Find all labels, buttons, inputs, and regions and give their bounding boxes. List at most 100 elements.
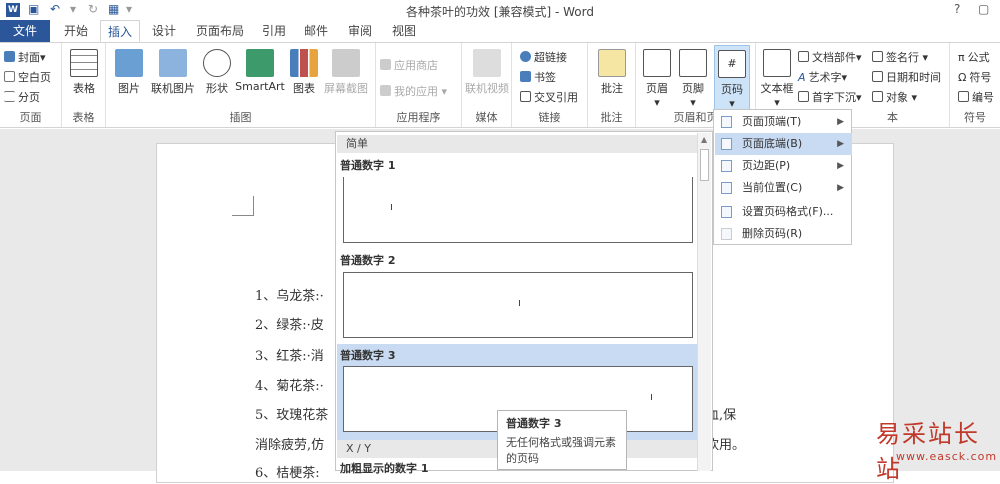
doc-line-7[interactable]: 6、桔梗茶:	[255, 462, 320, 481]
menu-item-bottom-of-page[interactable]: 页面底端(B) ▶	[715, 133, 852, 155]
cover-page-button[interactable]: 封面▾	[4, 49, 46, 65]
textbox-button[interactable]: 文本框 ▾	[758, 49, 796, 109]
symbol-button[interactable]: Ω 符号	[958, 69, 991, 85]
calendar-icon	[872, 71, 883, 82]
page-number-button[interactable]: # 页码 ▾	[714, 45, 750, 113]
group-label-links: 链接	[538, 111, 561, 124]
blank-page-button[interactable]: 空白页	[4, 69, 51, 85]
menu-item-current-position[interactable]: 当前位置(C) ▶	[715, 177, 852, 199]
help-button[interactable]: ?	[954, 2, 960, 16]
page-number-menu: 页面顶端(T) ▶ 页面底端(B) ▶ 页边距(P) ▶ 当前位置(C) ▶ 设置页码格…	[713, 109, 852, 245]
gallery-scrollbar[interactable]: ▲	[697, 133, 711, 471]
table-button[interactable]: 表格	[68, 49, 100, 96]
group-links: 超链接 书签 交叉引用 链接	[512, 43, 588, 127]
app-store-button[interactable]: 应用商店	[380, 57, 438, 73]
header-button[interactable]: 页眉 ▾	[640, 49, 674, 109]
dropcap-button[interactable]: 首字下沉▾	[798, 89, 862, 105]
tab-review[interactable]: 审阅	[342, 20, 378, 42]
scroll-up-icon[interactable]: ▲	[701, 135, 707, 144]
hyperlink-button[interactable]: 超链接	[520, 49, 567, 65]
doc-line-3[interactable]: 3、红茶:·消	[255, 345, 324, 364]
page-margins-icon	[721, 160, 732, 172]
bookmark-button[interactable]: 书签	[520, 69, 556, 85]
header-icon	[643, 49, 671, 77]
tooltip-title: 普通数字 3	[506, 417, 562, 430]
ribbon-tabs: 文件 开始 插入 设计 页面布局 引用 邮件 审阅 视图	[0, 20, 1000, 42]
doc-line-2[interactable]: 2、绿茶:·皮	[255, 314, 324, 333]
group-label-tables: 表格	[72, 111, 95, 124]
object-icon	[872, 91, 883, 102]
doc-line-5[interactable]: 5、玫瑰花茶	[255, 404, 328, 423]
screenshot-button[interactable]: 屏幕截图	[320, 49, 372, 96]
page-break-button[interactable]: 分页	[4, 89, 40, 105]
scroll-thumb[interactable]	[700, 149, 709, 181]
online-picture-button[interactable]: 联机图片	[146, 49, 200, 96]
signature-button[interactable]: 签名行 ▾	[872, 49, 928, 65]
tab-view[interactable]: 视图	[386, 20, 422, 42]
page-number-marker	[651, 394, 652, 400]
doc-line-4[interactable]: 4、菊花茶:·	[255, 375, 324, 394]
submenu-arrow-icon: ▶	[837, 183, 844, 193]
tab-references[interactable]: 引用	[256, 20, 292, 42]
group-pages: 封面▾ 空白页 分页 页面	[0, 43, 62, 127]
tab-insert[interactable]: 插入	[100, 20, 140, 42]
page-number-marker	[391, 204, 392, 210]
chart-button[interactable]: 图表	[288, 49, 320, 96]
numbering-icon	[958, 91, 969, 102]
tooltip-description: 无任何格式或强调元素的页码	[506, 436, 616, 465]
chart-icon	[290, 49, 318, 77]
tab-mailings[interactable]: 邮件	[298, 20, 334, 42]
gallery-item-label-3: 普通数字 3	[340, 349, 396, 362]
equation-button[interactable]: π 公式	[958, 49, 990, 65]
online-video-button[interactable]: 联机视频	[462, 49, 512, 96]
footer-button[interactable]: 页脚 ▾	[676, 49, 710, 109]
object-button[interactable]: 对象 ▾	[872, 89, 917, 105]
crossref-icon	[520, 91, 531, 102]
current-position-icon	[721, 182, 732, 194]
group-symbols: π 公式 Ω 符号 编号 符号	[950, 43, 1000, 127]
gallery-item-plain-number-2[interactable]	[343, 272, 693, 338]
dropcap-icon	[798, 91, 809, 102]
group-tables: 表格 表格	[62, 43, 106, 127]
gallery-item-label-1: 普通数字 1	[340, 159, 396, 172]
crossref-button[interactable]: 交叉引用	[520, 89, 578, 105]
quick-parts-button[interactable]: 文档部件▾	[798, 49, 862, 65]
bottom-of-page-icon	[721, 138, 732, 150]
menu-item-top-of-page[interactable]: 页面顶端(T) ▶	[715, 111, 852, 133]
datetime-button[interactable]: 日期和时间	[872, 69, 941, 85]
shapes-button[interactable]: 形状	[200, 49, 234, 96]
gallery-item-label-4: 加粗显示的数字 1	[340, 462, 429, 475]
site-watermark: 易采站长站	[876, 420, 980, 483]
page-break-icon	[4, 91, 15, 102]
tab-home[interactable]: 开始	[56, 20, 96, 42]
remove-page-numbers-icon	[721, 228, 732, 240]
gallery-item-label-2: 普通数字 2	[340, 254, 396, 267]
menu-item-remove-page-numbers[interactable]: 删除页码(R)	[715, 223, 852, 245]
menu-item-page-margins[interactable]: 页边距(P) ▶	[715, 155, 852, 177]
tab-design[interactable]: 设计	[146, 20, 182, 42]
table-icon	[70, 49, 98, 77]
picture-button[interactable]: 图片	[112, 49, 146, 96]
my-apps-icon	[380, 85, 391, 96]
pi-icon: π	[958, 51, 965, 64]
numbering-button[interactable]: 编号	[958, 89, 994, 105]
comment-button[interactable]: 批注	[594, 49, 630, 96]
restore-button[interactable]: ▢	[978, 2, 989, 16]
smartart-button[interactable]: SmartArt	[232, 49, 288, 93]
tab-file[interactable]: 文件	[0, 20, 50, 42]
wordart-button[interactable]: A 艺术字▾	[798, 69, 847, 85]
doc-line-1[interactable]: 1、乌龙茶:·	[255, 285, 324, 304]
submenu-arrow-icon: ▶	[837, 161, 844, 171]
textbox-icon	[763, 49, 791, 77]
my-apps-button[interactable]: 我的应用 ▾	[380, 83, 447, 99]
format-page-numbers-icon	[721, 206, 732, 218]
gallery-tooltip: 普通数字 3 无任何格式或强调元素的页码	[497, 410, 627, 470]
blank-page-icon	[4, 71, 15, 82]
doc-line-6[interactable]: 消除疲劳,仿	[255, 434, 324, 453]
tab-page-layout[interactable]: 页面布局	[190, 20, 250, 42]
omega-icon: Ω	[958, 71, 967, 84]
gallery-item-plain-number-1[interactable]	[343, 177, 693, 243]
group-comments: 批注 批注	[588, 43, 636, 127]
bookmark-icon	[520, 71, 531, 82]
menu-item-format-page-numbers[interactable]: 设置页码格式(F)...	[715, 201, 852, 223]
